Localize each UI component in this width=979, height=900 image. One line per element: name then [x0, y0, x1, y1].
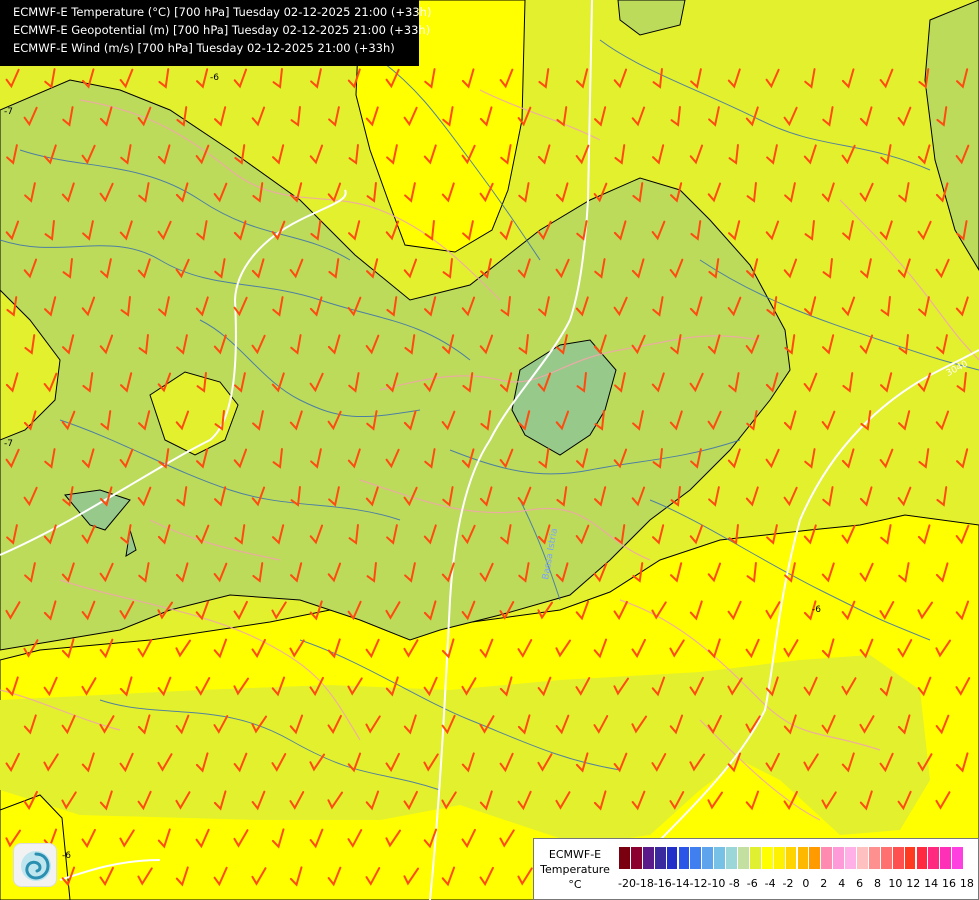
legend-title: ECMWF-E Temperature °C [536, 847, 614, 892]
legend-swatch [619, 847, 631, 869]
legend-swatch [630, 847, 643, 869]
legend-swatch [821, 847, 834, 869]
legend-swatch [940, 847, 953, 869]
isotherm-label: -6 [62, 851, 71, 861]
legend-swatch [761, 847, 774, 869]
legend-tick-label: 6 [856, 877, 864, 890]
legend-tick-label: -4 [764, 877, 776, 890]
legend-swatch [714, 847, 727, 869]
legend-swatch [726, 847, 738, 869]
legend-swatch [702, 847, 715, 869]
legend-tick-label: -10 [707, 877, 726, 890]
isotherm-label: -6 [812, 605, 821, 615]
legend-tick-label: 2 [820, 877, 828, 890]
legend-tick-label: 16 [942, 877, 957, 890]
legend-title-line1: ECMWF-E [548, 848, 602, 861]
legend-swatch [642, 847, 655, 869]
legend-tick-label: -12 [689, 877, 708, 890]
legend-swatch [952, 847, 965, 869]
legend-swatch [785, 847, 798, 869]
legend-swatch [880, 847, 893, 869]
legend-tick-label: -18 [635, 877, 654, 890]
legend-tick-label: 14 [924, 877, 939, 890]
legend-swatch [654, 847, 667, 869]
swirl-logo-icon [21, 851, 51, 881]
legend-swatch [678, 847, 691, 869]
legend-swatch [773, 847, 786, 869]
legend-swatch [904, 847, 917, 869]
legend-tick-label: -14 [671, 877, 690, 890]
legend-tick-label: -2 [782, 877, 794, 890]
legend-tick-label: 10 [888, 877, 903, 890]
isotherm-label: -7 [4, 107, 13, 117]
wind-caption: ECMWF-E Wind (m/s) [700 hPa] Tuesday 02-… [13, 41, 395, 55]
legend-swatch [845, 847, 857, 869]
map-info-header: ECMWF-E Temperature (°C) [700 hPa] Tuesd… [0, 0, 432, 66]
temperature-legend: ECMWF-E Temperature °C -20 -18 -16 -14 -12 -1… [533, 838, 979, 900]
meteo-logo [13, 843, 57, 887]
legend-swatch [809, 847, 822, 869]
legend-tick-label: 4 [838, 877, 846, 890]
isotherm-label: -7 [4, 439, 13, 449]
legend-swatch [892, 847, 905, 869]
weather-map[interactable]: -7 -6 -7 -6 -6 3040 Bassa Istria [0, 0, 979, 900]
legend-tick-label: -20 [618, 877, 636, 890]
legend-tick-label: -8 [728, 877, 740, 890]
legend-unit: °C [568, 878, 582, 891]
legend-tick-label: -6 [746, 877, 758, 890]
legend-swatch [928, 847, 941, 869]
legend-swatch [916, 847, 929, 869]
legend-swatch [868, 847, 881, 869]
legend-swatch [666, 847, 679, 869]
legend-tick-label: 12 [906, 877, 921, 890]
legend-swatch [857, 847, 869, 869]
legend-swatch [749, 847, 762, 869]
isotherm-label: -6 [210, 73, 219, 83]
legend-swatch [738, 847, 750, 869]
legend-title-line2: Temperature [540, 863, 610, 876]
legend-tick-label: -16 [653, 877, 672, 890]
legend-tick-label: 18 [959, 877, 974, 890]
legend-swatch [690, 847, 703, 869]
legend-swatch [797, 847, 810, 869]
geopotential-caption: ECMWF-E Geopotential (m) [700 hPa] Tuesd… [13, 23, 431, 37]
legend-tick-label: 8 [873, 877, 881, 890]
legend-swatch [833, 847, 846, 869]
legend-tick-label: 0 [802, 877, 810, 890]
temperature-caption: ECMWF-E Temperature (°C) [700 hPa] Tuesd… [13, 5, 432, 19]
